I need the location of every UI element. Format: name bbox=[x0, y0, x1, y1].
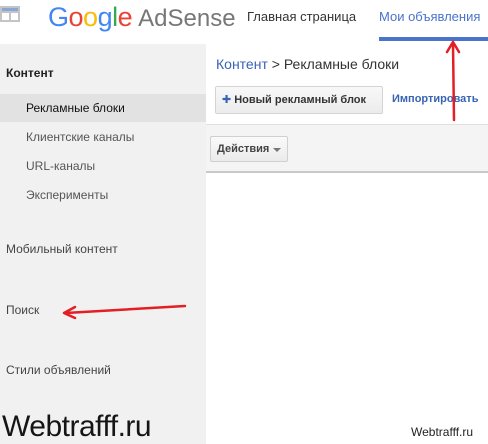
nav-home-tab[interactable]: Главная страница bbox=[247, 9, 356, 24]
sidebar-section-ad-styles[interactable]: Стили объявлений bbox=[6, 363, 111, 377]
actions-dropdown-button[interactable]: Действия bbox=[210, 136, 288, 162]
new-ad-unit-label: Новый рекламный блок bbox=[234, 94, 367, 106]
import-link[interactable]: Импортировать bbox=[392, 93, 478, 105]
sidebar-item-custom-channels[interactable]: Клиентские каналы bbox=[0, 123, 206, 151]
red-arrow-left-annotation bbox=[62, 304, 187, 320]
breadcrumb-current: Рекламные блоки bbox=[283, 56, 400, 72]
sidebar-section-mobile[interactable]: Мобильный контент bbox=[6, 242, 118, 256]
apps-grid-icon[interactable] bbox=[0, 6, 20, 22]
logo-letter: o bbox=[83, 2, 98, 32]
breadcrumb: Контент > Рекламные блоки bbox=[216, 56, 399, 72]
sidebar-item-label: Эксперименты bbox=[26, 188, 109, 202]
sidebar: Контент Рекламные блоки Клиентские канал… bbox=[0, 44, 206, 444]
sidebar-item-ad-units[interactable]: Рекламные блоки bbox=[0, 94, 206, 122]
logo-letter: g bbox=[97, 2, 113, 32]
adsense-logo[interactable]: Google AdSense bbox=[48, 2, 236, 33]
red-arrow-up-annotation bbox=[445, 40, 461, 122]
dropdown-caret-icon bbox=[273, 148, 281, 152]
new-ad-unit-button[interactable]: ✚ Новый рекламный блок bbox=[215, 86, 383, 114]
sidebar-item-url-channels[interactable]: URL-каналы bbox=[0, 152, 206, 180]
top-bar: Google AdSense Главная страница Мои объяв… bbox=[0, 0, 488, 44]
active-tab-indicator bbox=[379, 37, 488, 41]
sidebar-item-label: URL-каналы bbox=[26, 159, 96, 173]
watermark-large: Webtrafff.ru bbox=[2, 410, 152, 443]
breadcrumb-link-content[interactable]: Контент bbox=[216, 56, 268, 72]
actions-toolbar: Действия bbox=[206, 124, 488, 173]
sidebar-section-search[interactable]: Поиск bbox=[6, 303, 39, 317]
watermark-small: Webtrafff.ru bbox=[411, 425, 474, 439]
logo-letter: e bbox=[117, 2, 133, 32]
plus-icon: ✚ bbox=[222, 94, 232, 106]
nav-my-ads-tab[interactable]: Мои объявления bbox=[379, 9, 480, 24]
logo-product-name: AdSense bbox=[138, 5, 236, 32]
sidebar-item-label: Клиентские каналы bbox=[26, 130, 135, 144]
breadcrumb-separator: > bbox=[267, 56, 284, 72]
logo-letter: o bbox=[68, 2, 84, 32]
sidebar-section-content[interactable]: Контент bbox=[6, 66, 54, 80]
sidebar-item-label: Рекламные блоки bbox=[26, 101, 125, 115]
actions-label: Действия bbox=[217, 143, 270, 155]
logo-letter: G bbox=[48, 2, 69, 32]
sidebar-item-experiments[interactable]: Эксперименты bbox=[0, 181, 206, 209]
